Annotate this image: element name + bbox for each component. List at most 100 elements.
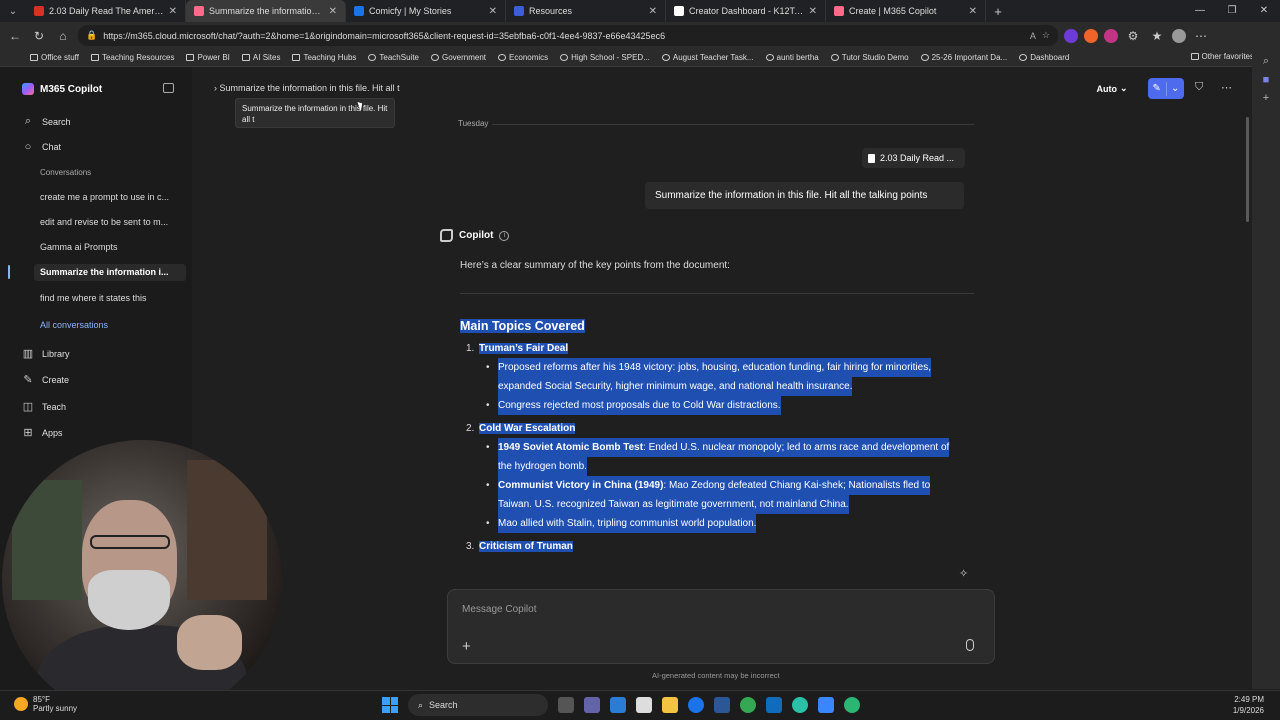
minimize-icon[interactable]: —: [1184, 0, 1216, 22]
mode-selector[interactable]: Auto ⌄: [1092, 78, 1132, 99]
message-input[interactable]: Message Copilot: [462, 604, 536, 615]
add-icon[interactable]: +: [1252, 92, 1280, 104]
browser-tab-active[interactable]: Summarize the information in this ✕: [186, 0, 346, 22]
profile-avatar-icon[interactable]: [1172, 28, 1186, 43]
app-icon[interactable]: [714, 697, 730, 713]
conversation-item[interactable]: Gamma ai Prompts: [40, 242, 176, 252]
bookmark[interactable]: Tutor Studio Demo: [830, 53, 909, 62]
system-clock[interactable]: 2:49 PM 1/9/2026: [1233, 694, 1264, 716]
extension-icon[interactable]: [1084, 28, 1098, 43]
weather-widget[interactable]: 85°F Partly sunny: [14, 695, 77, 713]
close-tab-icon[interactable]: ✕: [969, 6, 977, 17]
more-options-icon[interactable]: ⋯: [1221, 81, 1232, 94]
browser-tab[interactable]: Creator Dashboard - K12TeachSu ✕: [666, 0, 826, 22]
url-field[interactable]: 🔒 https://m365.cloud.microsoft/chat/?aut…: [78, 25, 1058, 46]
todo-icon[interactable]: [818, 697, 834, 713]
sidebar-item-apps[interactable]: ⊞ Apps: [22, 426, 62, 439]
bullet-bold: Communist Victory in China (1949): [498, 480, 664, 491]
bookmark[interactable]: Teaching Resources: [90, 53, 174, 62]
breadcrumb-tooltip: Summarize the information in this file. …: [235, 98, 395, 128]
chrome-icon[interactable]: [740, 697, 756, 713]
collapse-sidebar-icon[interactable]: [163, 83, 174, 93]
favorite-star-icon[interactable]: ☆: [1042, 30, 1050, 41]
chevron-down-icon: ⌄: [1171, 83, 1180, 94]
link-icon: [431, 54, 439, 61]
other-favorites[interactable]: Other favorites: [1190, 52, 1254, 61]
task-view-icon[interactable]: [558, 697, 574, 713]
new-chat-button[interactable]: ✎ ⌄: [1148, 78, 1184, 99]
close-tab-icon[interactable]: ✕: [329, 6, 337, 17]
teams-icon[interactable]: [584, 697, 600, 713]
all-conversations-link[interactable]: All conversations: [40, 320, 176, 330]
favorites-icon[interactable]: ★: [1148, 29, 1166, 43]
url-text: https://m365.cloud.microsoft/chat/?auth=…: [103, 30, 666, 41]
apps-grid-icon: ⊞: [23, 427, 33, 439]
extension-icon[interactable]: [1064, 28, 1078, 43]
teams-icon[interactable]: ■: [1252, 74, 1280, 86]
close-tab-icon[interactable]: ✕: [809, 6, 817, 17]
bookmark[interactable]: Office stuff: [30, 53, 79, 62]
breadcrumb[interactable]: › Summarize the information in this file…: [214, 83, 400, 93]
extension-icon[interactable]: [1104, 28, 1118, 43]
conversation-item[interactable]: create me a prompt to use in c...: [40, 192, 176, 202]
sidebar-item-create[interactable]: ✎ Create: [22, 373, 69, 386]
scrollbar[interactable]: [1246, 117, 1249, 222]
taskbar-search[interactable]: ⌕ Search: [408, 694, 548, 716]
tab-title: 2.03 Daily Read The American od: [49, 6, 164, 16]
sidebar-item-library[interactable]: ▥ Library: [22, 347, 70, 360]
bookmark[interactable]: High School - SPED...: [560, 53, 650, 62]
browser-tab[interactable]: Resources ✕: [506, 0, 666, 22]
bookmark[interactable]: 25-26 Important Da...: [920, 53, 1007, 62]
bookmark[interactable]: aunti bertha: [765, 53, 819, 62]
close-tab-icon[interactable]: ✕: [649, 6, 657, 17]
tab-actions-icon[interactable]: ⌄: [0, 0, 26, 22]
edge-icon[interactable]: [792, 697, 808, 713]
bookmark[interactable]: AI Sites: [241, 53, 280, 62]
bookmark[interactable]: August Teacher Task...: [661, 53, 754, 62]
sidebar-item-search[interactable]: ⌕ Search: [22, 115, 71, 128]
info-icon[interactable]: i: [499, 230, 510, 241]
list-number: 2.: [466, 423, 475, 434]
bookmark[interactable]: Economics: [498, 53, 548, 62]
phone-icon[interactable]: [844, 697, 860, 713]
browser-tab[interactable]: 2.03 Daily Read The American od ✕: [26, 0, 186, 22]
app-icon[interactable]: [688, 697, 704, 713]
attached-file-chip[interactable]: 2.03 Daily Read ...: [862, 148, 965, 168]
microphone-icon[interactable]: [966, 639, 974, 651]
app-icon[interactable]: [636, 697, 652, 713]
conversation-item[interactable]: edit and revise to be sent to m...: [40, 217, 176, 227]
start-windows-icon[interactable]: [382, 697, 398, 713]
sidebar-item-teach[interactable]: ◫ Teach: [22, 400, 66, 413]
message-composer[interactable]: Message Copilot +: [447, 589, 995, 664]
user-message: Summarize the information in this file. …: [645, 182, 964, 209]
back-icon[interactable]: ←: [6, 29, 24, 43]
maximize-icon[interactable]: ❐: [1216, 0, 1248, 22]
close-tab-icon[interactable]: ✕: [489, 6, 497, 17]
file-explorer-icon[interactable]: [662, 697, 678, 713]
more-menu-icon[interactable]: ⋯: [1192, 29, 1210, 43]
sparkle-icon[interactable]: ✧: [959, 567, 968, 580]
shield-icon[interactable]: ⛉: [1195, 81, 1203, 94]
read-aloud-icon[interactable]: A: [1030, 31, 1036, 41]
bookmark[interactable]: Teaching Hubs: [292, 53, 356, 62]
conversation-item[interactable]: find me where it states this: [40, 293, 176, 303]
bookmark[interactable]: Power BI: [186, 53, 230, 62]
browser-tab[interactable]: Comicfy | My Stories ✕: [346, 0, 506, 22]
extensions-puzzle-icon[interactable]: ⚙: [1124, 29, 1142, 43]
add-attachment-icon[interactable]: +: [462, 638, 471, 655]
sidebar-item-chat[interactable]: ○ Chat: [22, 141, 61, 153]
divider: [492, 124, 974, 125]
new-tab-button[interactable]: +: [986, 4, 1010, 19]
close-window-icon[interactable]: ✕: [1248, 0, 1280, 22]
outlook-icon[interactable]: [766, 697, 782, 713]
home-icon[interactable]: ⌂: [54, 29, 72, 43]
bookmark[interactable]: Dashboard: [1019, 53, 1069, 62]
browser-tab[interactable]: Create | M365 Copilot ✕: [826, 0, 986, 22]
close-tab-icon[interactable]: ✕: [169, 6, 177, 17]
bookmark[interactable]: Government: [431, 53, 486, 62]
conversation-item-selected[interactable]: Summarize the information i...: [34, 264, 186, 281]
bookmark[interactable]: TeachSuite: [368, 53, 419, 62]
search-icon[interactable]: ⌕: [1252, 55, 1280, 68]
app-icon[interactable]: [610, 697, 626, 713]
refresh-icon[interactable]: ↻: [30, 29, 48, 43]
